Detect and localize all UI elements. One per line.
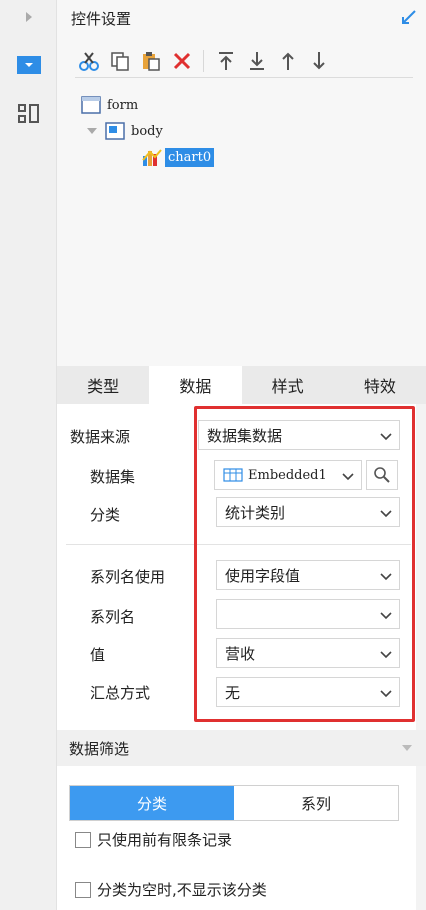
segment-series[interactable]: 系列 xyxy=(234,786,398,820)
series-name-select[interactable] xyxy=(216,599,400,629)
checkbox-box[interactable] xyxy=(75,831,91,848)
dataset-value: Embedded1 xyxy=(248,467,327,483)
panel-title: 控件设置 xyxy=(71,9,132,28)
summary-select[interactable]: 无 xyxy=(216,677,400,707)
category-row: 分类 xyxy=(90,504,120,525)
tab-style[interactable]: 样式 xyxy=(242,366,334,404)
tab-effects[interactable]: 特效 xyxy=(334,366,426,404)
series-use-row: 系列名使用 xyxy=(90,566,165,587)
chevron-down-icon xyxy=(380,612,392,620)
scrollbar[interactable] xyxy=(416,404,426,910)
filter-segmented-control: 分类 系列 xyxy=(69,785,399,821)
data-source-label: 数据来源 xyxy=(70,428,131,446)
hide-empty-checkbox[interactable]: 分类为空时,不显示该分类 xyxy=(75,879,267,900)
move-up-icon[interactable] xyxy=(274,47,302,75)
panel-header: 控件设置 xyxy=(57,0,426,36)
component-toolbar xyxy=(75,44,413,78)
series-use-label: 系列名使用 xyxy=(90,568,166,586)
chevron-down-icon xyxy=(342,473,354,481)
move-top-icon[interactable] xyxy=(212,47,240,75)
value-row: 值 xyxy=(90,644,105,665)
expand-twisty-icon[interactable] xyxy=(87,128,97,134)
chevron-down-icon xyxy=(380,690,392,698)
left-sidebar xyxy=(0,0,57,910)
property-tabs: 类型 数据 样式 特效 xyxy=(57,366,426,404)
segment-category[interactable]: 分类 xyxy=(70,786,234,820)
checkbox-box[interactable] xyxy=(75,881,91,898)
category-label: 分类 xyxy=(90,506,121,524)
tree-node-label: form xyxy=(107,97,139,113)
series-name-row: 系列名 xyxy=(90,606,135,627)
tree-node-label: body xyxy=(131,123,163,139)
value-label: 值 xyxy=(90,646,106,664)
summary-value: 无 xyxy=(225,683,241,702)
widget-icon[interactable] xyxy=(0,46,57,84)
tree-node-chart0[interactable]: chart0 xyxy=(141,146,215,168)
body-icon xyxy=(105,122,125,140)
chevron-down-icon xyxy=(380,510,392,518)
chevron-down-icon xyxy=(402,745,412,751)
component-tree: form body chart0 xyxy=(57,86,426,366)
form-icon xyxy=(81,96,101,114)
widget-settings-panel: 控件设置 form body chart0 类型 数据 样式 特效 xyxy=(57,0,426,910)
search-icon xyxy=(374,467,390,483)
tree-node-body[interactable]: body xyxy=(87,120,163,142)
value-value: 营收 xyxy=(225,644,256,663)
paste-icon[interactable] xyxy=(137,47,165,75)
data-source-row: 数据来源 xyxy=(70,426,130,447)
first-records-checkbox[interactable]: 只使用前有限条记录 xyxy=(75,829,232,850)
data-source-select[interactable]: 数据集数据 xyxy=(198,420,400,450)
dataset-row: 数据集 xyxy=(90,466,135,487)
section-divider xyxy=(66,544,411,545)
category-select[interactable]: 统计类别 xyxy=(216,497,400,527)
toolbar-separator xyxy=(203,49,204,72)
chart-icon xyxy=(142,149,162,166)
tab-type[interactable]: 类型 xyxy=(57,366,149,404)
dataset-search-button[interactable] xyxy=(366,460,398,490)
series-use-value: 使用字段值 xyxy=(225,566,301,585)
layout-icon[interactable] xyxy=(0,94,57,132)
hide-empty-label: 分类为空时,不显示该分类 xyxy=(97,881,267,899)
chevron-down-icon xyxy=(380,651,392,659)
tree-node-label: chart0 xyxy=(165,147,215,167)
tab-data[interactable]: 数据 xyxy=(149,366,242,404)
data-filter-title: 数据筛选 xyxy=(69,739,130,758)
dataset-select[interactable]: Embedded1 xyxy=(214,460,362,490)
move-down-icon[interactable] xyxy=(305,47,333,75)
move-bottom-icon[interactable] xyxy=(243,47,271,75)
collapse-arrow-icon[interactable] xyxy=(400,8,418,26)
summary-label: 汇总方式 xyxy=(90,684,151,702)
category-value: 统计类别 xyxy=(225,503,286,522)
chevron-down-icon xyxy=(380,433,392,441)
data-filter-header[interactable]: 数据筛选 xyxy=(57,730,426,766)
cut-icon[interactable] xyxy=(75,47,103,75)
chevron-down-icon xyxy=(380,573,392,581)
series-use-select[interactable]: 使用字段值 xyxy=(216,560,400,590)
tree-node-form[interactable]: form xyxy=(81,94,138,116)
delete-icon[interactable] xyxy=(168,47,196,75)
dataset-label: 数据集 xyxy=(90,468,136,486)
data-source-value: 数据集数据 xyxy=(207,426,283,445)
expand-arrow-icon[interactable] xyxy=(0,0,57,34)
series-name-label: 系列名 xyxy=(90,608,136,626)
value-select[interactable]: 营收 xyxy=(216,638,400,668)
first-records-label: 只使用前有限条记录 xyxy=(97,831,233,849)
dataset-icon xyxy=(223,468,243,482)
copy-icon[interactable] xyxy=(106,47,134,75)
summary-row: 汇总方式 xyxy=(90,682,150,703)
